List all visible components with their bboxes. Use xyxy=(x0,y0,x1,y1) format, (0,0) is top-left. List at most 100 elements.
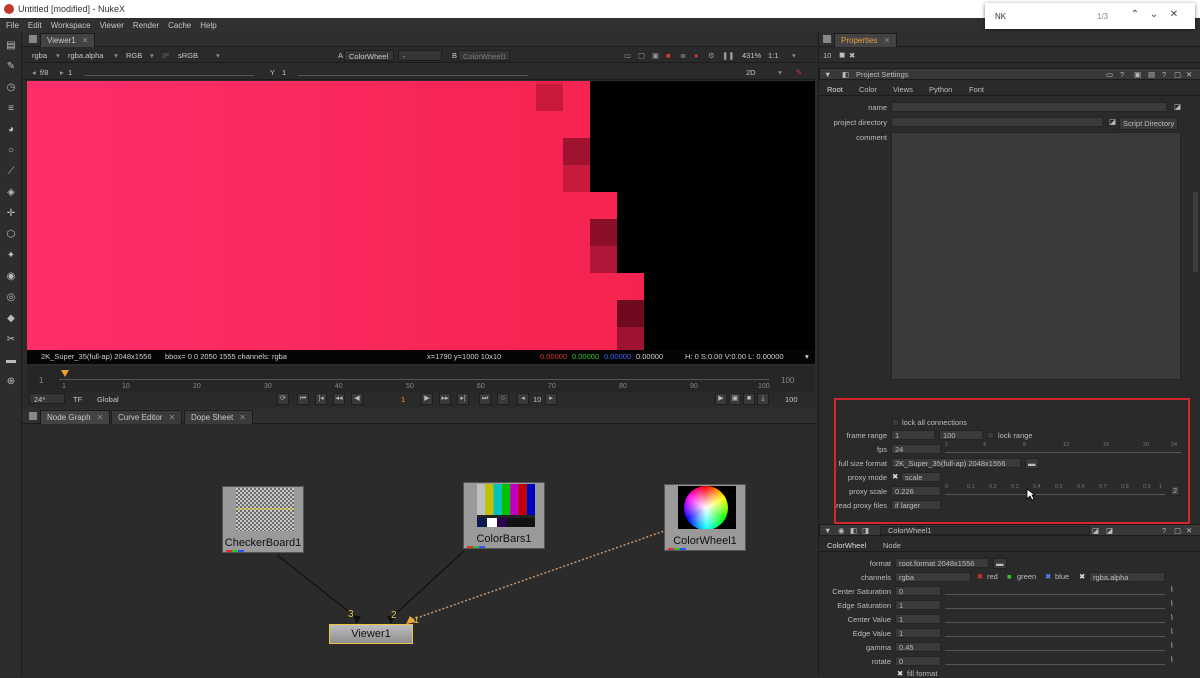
lock-icon[interactable]: ◼ xyxy=(839,50,845,59)
animation-menu-icon[interactable]: ⌇ xyxy=(1170,641,1174,650)
tab-colorwheel[interactable]: ColorWheel xyxy=(827,541,866,550)
proxy-toggle-icon[interactable]: ✖ xyxy=(892,472,898,481)
center-saturation-field[interactable]: 0 xyxy=(895,586,941,596)
gain-slider[interactable] xyxy=(84,66,254,76)
animation-menu-icon[interactable]: ⌇ xyxy=(1170,585,1174,594)
menu-file[interactable]: File xyxy=(6,21,19,30)
particles-nodes-icon[interactable]: ✦ xyxy=(5,250,17,262)
script-directory-button[interactable]: Script Directory xyxy=(1119,117,1179,130)
clear-panels-icon[interactable]: ✖ xyxy=(849,51,855,60)
render-icon[interactable]: ▣ xyxy=(729,393,741,405)
edge-value-field[interactable]: 1 xyxy=(895,628,941,638)
transform-nodes-icon[interactable]: ✛ xyxy=(5,208,17,220)
float-panel-icon[interactable]: ▢ xyxy=(1174,70,1181,79)
project-directory-field[interactable] xyxy=(891,117,1103,127)
channel-nodes-icon[interactable]: ≡ xyxy=(5,103,17,115)
lock-all-connections-checkbox[interactable] xyxy=(892,419,899,426)
tab-dope-sheet[interactable]: Dope Sheet ✕ xyxy=(184,410,253,424)
name-options-icon[interactable]: ◪ xyxy=(1174,102,1181,111)
keyer-nodes-icon[interactable]: ⟋ xyxy=(5,166,17,178)
close-icon[interactable]: ✕ xyxy=(239,413,246,422)
channels-dropdown[interactable]: rgba xyxy=(28,50,51,61)
tab-node-graph[interactable]: Node Graph ✕ xyxy=(40,410,111,424)
pin-icon[interactable]: ▤ xyxy=(1148,70,1155,79)
tab-viewer1[interactable]: Viewer1 ✕ xyxy=(40,33,96,47)
close-icon[interactable]: ✕ xyxy=(97,413,104,422)
alpha-channel-checkbox[interactable]: ✖ xyxy=(1079,572,1085,581)
range-dropdown[interactable]: Global xyxy=(93,394,123,405)
deep-nodes-icon[interactable]: ◉ xyxy=(5,271,17,283)
green-channel-checkbox[interactable]: ■ xyxy=(1007,572,1012,581)
float-panel-icon[interactable]: ▢ xyxy=(1174,526,1181,535)
lines-icon[interactable]: ≣ xyxy=(676,50,690,61)
read-proxy-files-dropdown[interactable]: if larger xyxy=(891,500,941,510)
settings-gear-icon[interactable]: ⚙ xyxy=(704,50,719,61)
find-prev-icon[interactable]: ⌃ xyxy=(1129,9,1141,20)
other-nodes-icon[interactable]: ▬ xyxy=(5,355,17,367)
edge-value-slider[interactable] xyxy=(945,627,1165,637)
tf-dropdown[interactable]: TF xyxy=(69,394,86,405)
info-menu-icon[interactable]: ▾ xyxy=(805,350,809,364)
last-frame-icon[interactable]: ⏭ xyxy=(479,393,491,405)
node-checkerboard[interactable]: CheckerBoard1 xyxy=(222,486,304,553)
find-input[interactable]: NK xyxy=(995,12,1006,21)
clip-warning-icon[interactable]: ▢ xyxy=(634,50,649,61)
out-point-field[interactable]: 100 xyxy=(781,394,802,405)
menu-edit[interactable]: Edit xyxy=(28,21,42,30)
menu-help[interactable]: Help xyxy=(200,21,216,30)
b-input-dropdown[interactable]: ColorWheel1 xyxy=(458,50,510,61)
alpha-channel-dropdown[interactable]: rgba.alpha xyxy=(1089,572,1165,582)
close-icon[interactable]: ✕ xyxy=(883,36,890,45)
center-value-slider[interactable] xyxy=(945,613,1165,623)
center-saturation-slider[interactable] xyxy=(945,585,1165,595)
a-input-dropdown[interactable]: ColorWheel xyxy=(344,50,394,61)
prev-increment-icon[interactable]: ◂◂ xyxy=(333,393,345,405)
pane-menu-icon[interactable] xyxy=(29,35,37,43)
tab-root[interactable]: Root xyxy=(827,85,843,94)
scrollbar[interactable] xyxy=(1193,192,1198,272)
pane-menu-icon[interactable] xyxy=(823,35,831,43)
edge-saturation-field[interactable]: 1 xyxy=(895,600,941,610)
frame-start-field[interactable]: 1 xyxy=(891,430,935,440)
animation-menu-icon[interactable]: ⌇ xyxy=(1170,655,1174,664)
node-font-color-icon[interactable]: ◪ xyxy=(1106,526,1113,535)
menu-viewer[interactable]: Viewer xyxy=(100,21,124,30)
tab-views[interactable]: Views xyxy=(893,85,913,94)
draw-nodes-icon[interactable]: ✎ xyxy=(5,61,17,73)
wipe-op-dropdown[interactable]: - xyxy=(398,50,442,61)
format-dropdown[interactable]: root.format 2048x1556 xyxy=(895,558,989,568)
tab-python[interactable]: Python xyxy=(929,85,952,94)
node-colorbars[interactable]: ColorBars1 xyxy=(463,482,545,549)
lock-range-checkbox[interactable] xyxy=(987,432,994,439)
menu-render[interactable]: Render xyxy=(133,21,159,30)
float-icon[interactable]: ▣ xyxy=(1134,70,1141,79)
animation-menu-icon[interactable]: ⌇ xyxy=(1170,613,1174,622)
max-panels-field[interactable]: 10 xyxy=(823,51,831,60)
tab-curve-editor[interactable]: Curve Editor ✕ xyxy=(111,410,183,424)
gamma-value[interactable]: 1 xyxy=(278,67,290,78)
proxy-scale-slider[interactable]: 0 0.1 0.2 0.3 0.4 0.5 0.6 0.7 0.8 0.9 1 xyxy=(945,484,1165,495)
color-nodes-icon[interactable]: ◕ xyxy=(5,124,17,136)
center-value-field[interactable]: 1 xyxy=(895,614,941,624)
close-icon[interactable]: ✕ xyxy=(168,413,175,422)
color-swatch-icon[interactable]: ◧ xyxy=(850,526,857,535)
revert-icon[interactable]: ▭ xyxy=(1106,70,1113,79)
frame-end-field[interactable]: 100 xyxy=(939,430,983,440)
stop-icon[interactable]: ○ xyxy=(497,393,509,405)
format-edit-button[interactable]: ▬ xyxy=(993,558,1007,569)
full-size-format-dropdown[interactable]: 2K_Super_35(full-ap) 2048x1556 xyxy=(891,458,1021,468)
gamma-slider[interactable] xyxy=(298,66,528,76)
node-color-icon[interactable]: ◪ xyxy=(1092,526,1099,535)
loop-icon[interactable]: ⟳ xyxy=(277,393,289,405)
proxy-scale-animate-button[interactable]: 2 xyxy=(1170,485,1181,496)
timeline[interactable]: 1 1 10 20 30 40 50 60 70 80 90 100 100 xyxy=(27,366,815,392)
menu-cache[interactable]: Cache xyxy=(168,21,191,30)
channels-dropdown[interactable]: rgba xyxy=(895,572,971,582)
next-keyframe-icon[interactable]: ▸| xyxy=(457,393,469,405)
close-icon[interactable]: ✕ xyxy=(82,36,89,45)
close-panel-icon[interactable]: ✕ xyxy=(1186,526,1192,535)
step-back-icon[interactable]: ◂ xyxy=(517,393,529,405)
comment-field[interactable] xyxy=(891,132,1181,380)
stop-icon[interactable]: ● xyxy=(690,50,703,61)
animation-menu-icon[interactable]: ⌇ xyxy=(1170,627,1174,636)
